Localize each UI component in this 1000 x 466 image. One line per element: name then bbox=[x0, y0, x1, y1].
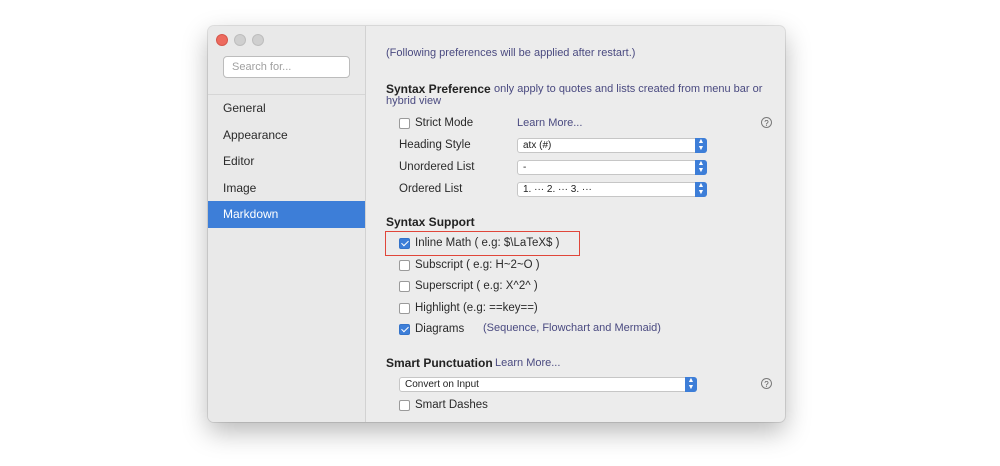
sidebar-item-appearance[interactable]: Appearance bbox=[208, 122, 365, 149]
syntax-preference-title: Syntax Preference bbox=[386, 82, 491, 96]
markdown-preferences-panel: (Following preferences will be applied a… bbox=[366, 26, 785, 422]
sidebar-item-general[interactable]: General bbox=[208, 95, 365, 122]
strict-mode-label: Strict Mode bbox=[415, 117, 474, 129]
unordered-list-select[interactable]: - ▲ ▼ bbox=[517, 160, 707, 175]
preferences-window: General Appearance Editor Image Markdown… bbox=[208, 26, 785, 422]
heading-style-value: atx (#) bbox=[523, 140, 552, 151]
smart-punctuation-value: Convert on Input bbox=[405, 379, 479, 390]
superscript-label: Superscript ( e.g: X^2^ ) bbox=[415, 280, 538, 292]
sidebar-item-image[interactable]: Image bbox=[208, 175, 365, 202]
diagrams-label: Diagrams bbox=[415, 323, 465, 335]
smart-punctuation-learn-more-link[interactable]: Learn More... bbox=[495, 357, 560, 369]
heading-style-label: Heading Style bbox=[399, 139, 471, 151]
smart-punctuation-help-icon[interactable]: ? bbox=[761, 378, 772, 389]
strict-mode-checkbox[interactable] bbox=[399, 118, 410, 129]
subscript-label: Subscript ( e.g: H~2~O ) bbox=[415, 259, 540, 271]
smart-punctuation-select[interactable]: Convert on Input ▲ ▼ bbox=[399, 377, 697, 392]
smart-punctuation-title: Smart Punctuation bbox=[386, 356, 493, 370]
sidebar-item-markdown[interactable]: Markdown bbox=[208, 201, 365, 228]
subscript-checkbox[interactable] bbox=[399, 260, 410, 271]
highlight-label: Highlight (e.g: ==key==) bbox=[415, 302, 538, 314]
ordered-list-label: Ordered List bbox=[399, 183, 463, 195]
minimize-button[interactable] bbox=[234, 34, 246, 46]
smart-dashes-checkbox[interactable] bbox=[399, 400, 410, 411]
sidebar: General Appearance Editor Image Markdown bbox=[208, 26, 366, 422]
sidebar-item-editor[interactable]: Editor bbox=[208, 148, 365, 175]
syntax-preference-note: only apply to quotes and lists created f… bbox=[494, 83, 763, 95]
chevron-updown-icon: ▲ ▼ bbox=[695, 138, 707, 153]
window-controls bbox=[216, 34, 264, 46]
unordered-list-label: Unordered List bbox=[399, 161, 475, 173]
chevron-updown-icon: ▲ ▼ bbox=[695, 160, 707, 175]
chevron-updown-icon: ▲ ▼ bbox=[685, 377, 697, 392]
ordered-list-select[interactable]: 1. ··· 2. ··· 3. ··· ▲ ▼ bbox=[517, 182, 707, 197]
syntax-support-title: Syntax Support bbox=[386, 215, 475, 229]
strict-mode-help-icon[interactable]: ? bbox=[761, 117, 772, 128]
superscript-checkbox[interactable] bbox=[399, 281, 410, 292]
smart-dashes-label: Smart Dashes bbox=[415, 399, 488, 411]
sidebar-nav: General Appearance Editor Image Markdown bbox=[208, 94, 365, 228]
highlight-checkbox[interactable] bbox=[399, 303, 410, 314]
close-button[interactable] bbox=[216, 34, 228, 46]
search-input[interactable] bbox=[223, 56, 350, 78]
strict-mode-learn-more-link[interactable]: Learn More... bbox=[517, 117, 582, 129]
syntax-preference-note-cont: hybrid view bbox=[386, 95, 442, 107]
diagrams-note: (Sequence, Flowchart and Mermaid) bbox=[483, 322, 661, 334]
zoom-button[interactable] bbox=[252, 34, 264, 46]
unordered-list-value: - bbox=[523, 162, 527, 173]
annotation-highlight-box bbox=[385, 231, 580, 256]
chevron-updown-icon: ▲ ▼ bbox=[695, 182, 707, 197]
heading-style-select[interactable]: atx (#) ▲ ▼ bbox=[517, 138, 707, 153]
ordered-list-value: 1. ··· 2. ··· 3. ··· bbox=[523, 184, 592, 195]
diagrams-checkbox[interactable] bbox=[399, 324, 410, 335]
restart-note: (Following preferences will be applied a… bbox=[386, 47, 636, 59]
